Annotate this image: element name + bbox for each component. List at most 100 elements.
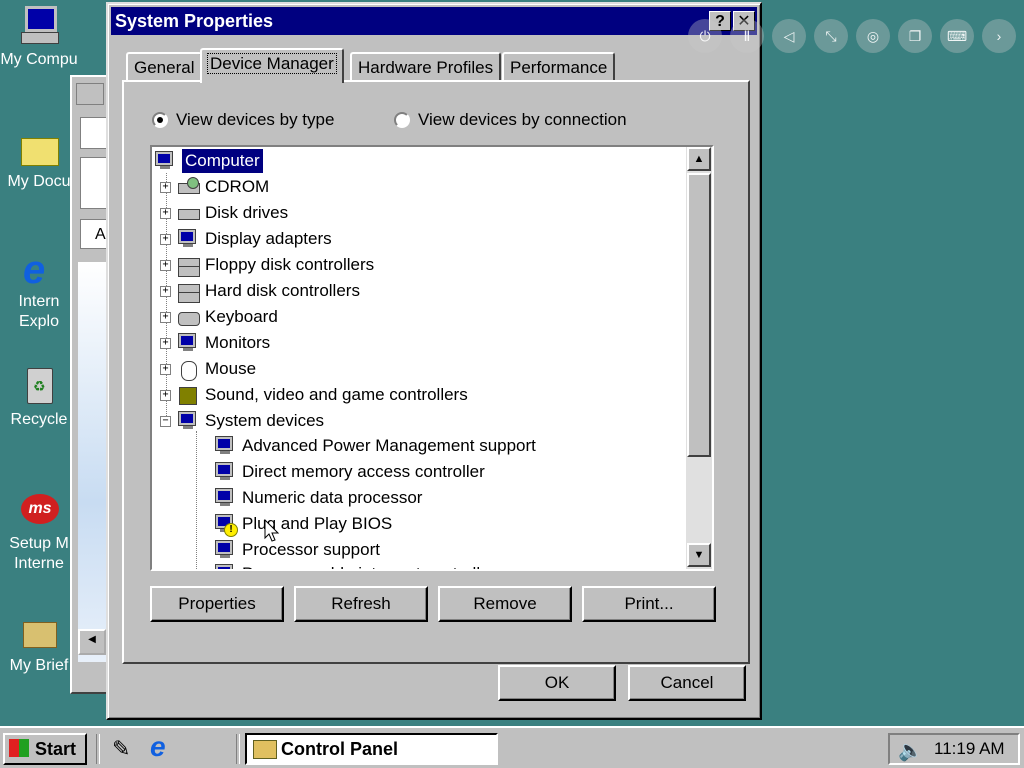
collapse-icon[interactable]: − <box>160 415 171 427</box>
taskbar-separator <box>96 734 100 764</box>
device-icon <box>214 540 236 560</box>
desktop-icon-my-briefcase[interactable]: My Brief <box>0 612 78 676</box>
tree-label: Programmable interrupt controller <box>242 562 495 569</box>
record-icon[interactable]: ◎ <box>856 19 890 53</box>
desktop-icon-label: My Brief <box>9 657 69 674</box>
print-button[interactable]: Print... <box>582 586 716 622</box>
warning-icon: ! <box>224 523 238 537</box>
tree-item-hard-disk-controllers[interactable]: + Hard disk controllers <box>160 279 360 303</box>
properties-button[interactable]: Properties <box>150 586 284 622</box>
dialog-title: System Properties <box>115 11 274 31</box>
expand-icon[interactable]: + <box>160 181 171 193</box>
tree-scrollbar[interactable]: ▲ ▼ <box>686 147 712 569</box>
tree-item-cdrom[interactable]: + CDROM <box>160 175 269 199</box>
tree-label: Hard disk controllers <box>205 281 360 300</box>
expand-icon[interactable]: + <box>160 207 171 219</box>
window-icon[interactable]: ❐ <box>898 19 932 53</box>
tree-label: Keyboard <box>205 307 278 326</box>
tab-device-manager[interactable]: Device Manager <box>200 48 344 83</box>
desktop-icon-label: My Compu <box>0 51 78 68</box>
keyboard-icon[interactable]: ⌨ <box>940 19 974 53</box>
desktop-icon-my-documents[interactable]: My Docu <box>0 128 78 192</box>
tree-item-apm-support[interactable]: Advanced Power Management support <box>214 434 536 458</box>
tree-label: Mouse <box>205 359 257 378</box>
desktop-icon-internet-explorer[interactable]: e Intern Explo <box>0 248 78 332</box>
device-icon <box>214 462 236 482</box>
display-adapter-icon <box>177 229 199 249</box>
msn-icon: ms <box>19 490 59 530</box>
desktop-icon-recycle-bin[interactable]: ♻ Recycle <box>0 366 78 430</box>
radio-label: View devices by type <box>176 110 335 129</box>
task-label: Control Panel <box>281 739 399 759</box>
scroll-down-icon[interactable]: ▼ <box>687 543 711 567</box>
tree-item-system-devices[interactable]: − System devices <box>160 409 324 433</box>
title-bar[interactable]: System Properties ? ✕ <box>111 7 757 35</box>
disk-drive-icon <box>177 203 200 223</box>
remove-button[interactable]: Remove <box>438 586 572 622</box>
desktop-icon-label: Intern Explo <box>18 293 60 330</box>
tree-label: Processor support <box>242 540 380 559</box>
tab-performance[interactable]: Performance <box>502 52 616 82</box>
scroll-left-icon[interactable]: ◀ <box>78 629 106 655</box>
tree-item-pic[interactable]: Programmable interrupt controller <box>214 562 495 569</box>
radio-label: View devices by connection <box>418 110 627 129</box>
shrink-icon[interactable]: ⤡ <box>814 19 848 53</box>
folder-icon <box>76 83 104 105</box>
tree-item-sound-video-game[interactable]: + Sound, video and game controllers <box>160 383 468 407</box>
task-control-panel[interactable]: Control Panel <box>245 733 498 765</box>
desktop-icon-my-computer[interactable]: My Compu <box>0 6 78 70</box>
tab-label: Performance <box>510 58 608 77</box>
tree-label: Sound, video and game controllers <box>205 385 468 404</box>
tree-item-pnp-bios[interactable]: ! Plug and Play BIOS <box>214 512 392 537</box>
expand-icon[interactable]: + <box>160 233 171 245</box>
clock[interactable]: 11:19 AM <box>934 735 1005 763</box>
tree-label: Numeric data processor <box>242 488 423 507</box>
tree-item-display-adapters[interactable]: + Display adapters <box>160 227 332 251</box>
tree-item-keyboard[interactable]: + Keyboard <box>160 305 278 329</box>
scroll-up-icon[interactable]: ▲ <box>687 147 711 171</box>
tree-label: CDROM <box>205 177 270 196</box>
controller-icon <box>177 281 200 303</box>
radio-view-by-type[interactable]: View devices by type <box>152 110 334 130</box>
device-tree[interactable]: Computer + CDROM + Disk drives + Display… <box>150 145 714 571</box>
monitor-icon <box>177 333 199 353</box>
show-desktop-icon[interactable]: ✎ <box>112 736 138 762</box>
cdrom-icon <box>177 177 200 197</box>
tree-label: System devices <box>205 411 325 430</box>
tab-label: General <box>134 58 195 77</box>
refresh-button[interactable]: Refresh <box>294 586 428 622</box>
scroll-thumb[interactable] <box>687 173 711 457</box>
tree-item-monitors[interactable]: + Monitors <box>160 331 270 355</box>
back-icon[interactable]: ◁ <box>772 19 806 53</box>
chevron-right-icon[interactable]: › <box>982 19 1016 53</box>
sound-icon <box>177 385 199 405</box>
expand-icon[interactable]: + <box>160 337 171 349</box>
radio-view-by-connection[interactable]: View devices by connection <box>394 110 627 130</box>
tab-hardware-profiles[interactable]: Hardware Profiles <box>350 52 502 82</box>
tree-item-disk-drives[interactable]: + Disk drives <box>160 201 288 225</box>
power-icon[interactable]: ⏻ <box>688 19 722 53</box>
expand-icon[interactable]: + <box>160 363 171 375</box>
tree-item-numeric-processor[interactable]: Numeric data processor <box>214 486 422 510</box>
tree-item-processor-support[interactable]: Processor support <box>214 538 380 562</box>
tree-item-mouse[interactable]: + Mouse <box>160 357 256 381</box>
ie-icon: e <box>23 248 46 292</box>
ie-quicklaunch-icon[interactable]: e <box>150 732 180 762</box>
desktop-icon-setup-msn[interactable]: ms Setup M Interne <box>0 490 78 574</box>
ok-button[interactable]: OK <box>498 665 616 701</box>
start-label: Start <box>35 739 77 759</box>
tree-item-floppy-controllers[interactable]: + Floppy disk controllers <box>160 253 374 277</box>
start-button[interactable]: Start <box>3 733 87 765</box>
tree-item-dma-controller[interactable]: Direct memory access controller <box>214 460 485 484</box>
volume-icon[interactable]: 🔈 <box>898 737 923 765</box>
expand-icon[interactable]: + <box>160 259 171 271</box>
expand-icon[interactable]: + <box>160 285 171 297</box>
tab-general[interactable]: General <box>126 52 203 82</box>
system-tray: 🔈 11:19 AM <box>888 733 1020 765</box>
expand-icon[interactable]: + <box>160 311 171 323</box>
tree-item-computer[interactable]: Computer <box>154 149 263 173</box>
pause-icon[interactable]: Ⅱ <box>730 19 764 53</box>
expand-icon[interactable]: + <box>160 389 171 401</box>
cancel-button[interactable]: Cancel <box>628 665 746 701</box>
taskbar-separator <box>236 734 240 764</box>
